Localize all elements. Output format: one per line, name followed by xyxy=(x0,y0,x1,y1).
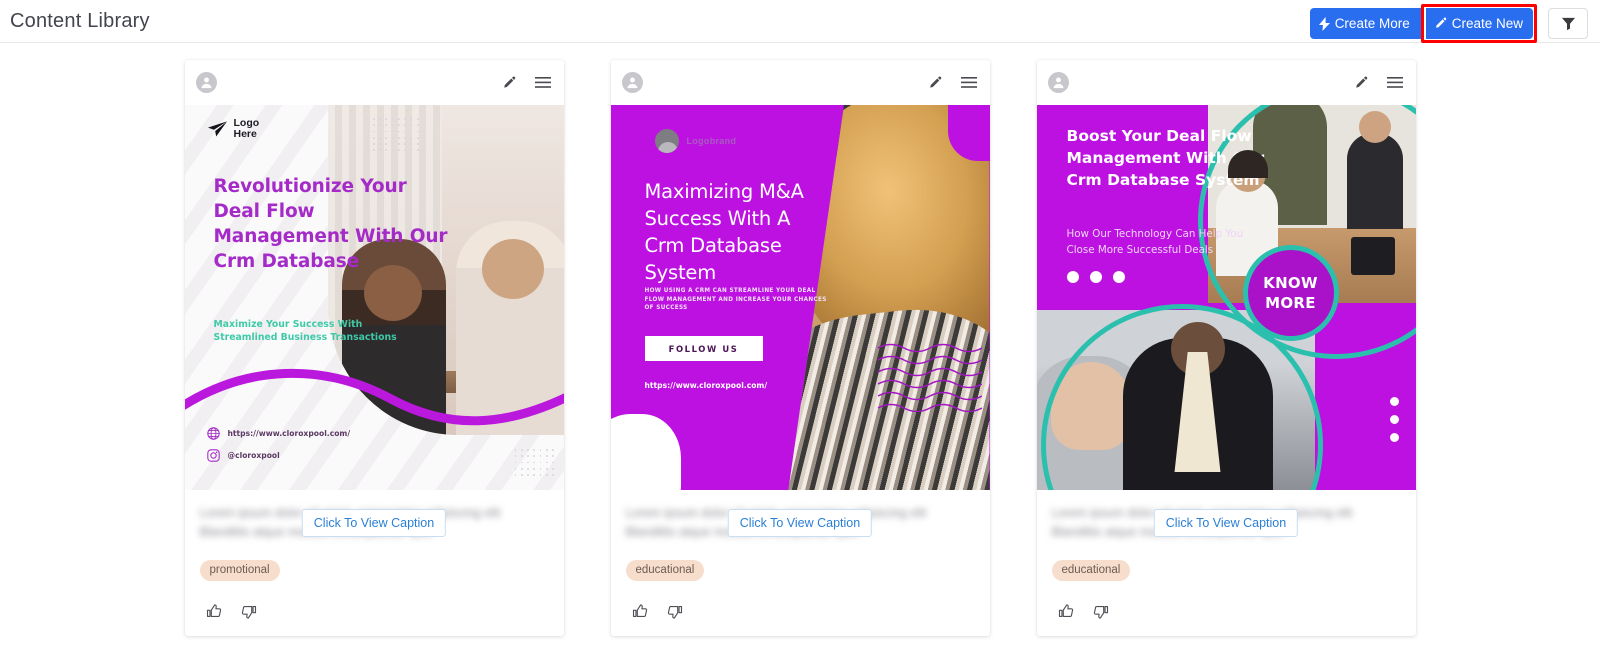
poster-logo-text: Logo Here xyxy=(233,117,260,140)
poster-website-link: https://www.cloroxpool.com/ xyxy=(206,427,351,440)
content-card-grid: Logo Here Revolutionize Your Deal Flow M… xyxy=(0,43,1600,636)
wavy-lines-decoration xyxy=(877,343,982,412)
user-avatar-icon xyxy=(621,72,643,93)
reaction-row xyxy=(1037,581,1416,636)
poster-logo-text: Logobrand xyxy=(686,136,737,146)
user-avatar-icon xyxy=(195,72,217,93)
brand-circle-icon xyxy=(654,129,679,153)
poster-instagram-text: @cloroxpool xyxy=(227,451,280,460)
dot-grid-decoration-top xyxy=(366,118,422,155)
lightning-bolt-icon xyxy=(1318,16,1330,31)
content-card[interactable]: Logobrand Maximizing M&A Success With A … xyxy=(610,60,990,636)
reaction-row xyxy=(611,581,990,636)
poster-logo: Logobrand xyxy=(654,129,737,153)
poster-image[interactable]: Logo Here Revolutionize Your Deal Flow M… xyxy=(184,105,564,490)
create-more-label: Create More xyxy=(1334,16,1410,31)
poster-image[interactable]: Boost Your Deal Flow Management With Our… xyxy=(1036,105,1416,490)
content-tag[interactable]: promotional xyxy=(199,560,280,581)
thumbs-up-icon[interactable] xyxy=(206,603,223,620)
content-tag[interactable]: educational xyxy=(1051,560,1131,581)
reaction-row xyxy=(185,581,564,636)
card-edit-icon[interactable] xyxy=(502,76,516,90)
poster-instagram-link: @cloroxpool xyxy=(206,449,351,462)
view-caption-button[interactable]: Click To View Caption xyxy=(727,509,873,537)
user-avatar-icon xyxy=(1047,72,1069,93)
poster-image[interactable]: Logobrand Maximizing M&A Success With A … xyxy=(610,105,990,490)
instagram-icon xyxy=(206,449,220,462)
caption-area: Lorem ipsum dolor sit amet, consectetur … xyxy=(1037,490,1416,554)
card-menu-icon[interactable] xyxy=(1386,76,1403,89)
dot-grid-decoration-bottom xyxy=(514,449,558,479)
dot-indicators-horizontal xyxy=(1066,271,1125,283)
paper-plane-icon xyxy=(207,120,228,138)
globe-icon xyxy=(206,427,220,440)
know-more-badge[interactable]: KNOW MORE xyxy=(1242,245,1339,341)
content-card[interactable]: Boost Your Deal Flow Management With Our… xyxy=(1036,60,1416,636)
top-bar: Content Library Create More Create New xyxy=(0,0,1600,43)
card-header xyxy=(611,60,990,105)
card-menu-icon[interactable] xyxy=(534,76,551,89)
poster-logo: Logo Here xyxy=(207,117,260,140)
view-caption-button[interactable]: Click To View Caption xyxy=(1153,509,1299,537)
poster-headline: Maximizing M&A Success With A Crm Databa… xyxy=(644,180,805,284)
tag-row: educational xyxy=(611,560,990,581)
funnel-filter-icon xyxy=(1561,16,1576,31)
content-card[interactable]: Logo Here Revolutionize Your Deal Flow M… xyxy=(184,60,564,636)
page-title: Content Library xyxy=(10,9,150,32)
poster-website-text: https://www.cloroxpool.com/ xyxy=(644,381,768,390)
view-caption-button[interactable]: Click To View Caption xyxy=(301,509,447,537)
create-button-group: Create More Create New xyxy=(1309,4,1537,43)
create-more-button[interactable]: Create More xyxy=(1309,8,1421,39)
card-edit-icon[interactable] xyxy=(928,76,942,90)
card-header xyxy=(185,60,564,105)
thumbs-down-icon[interactable] xyxy=(1092,603,1109,620)
create-new-button[interactable]: Create New xyxy=(1425,8,1533,39)
tag-row: educational xyxy=(1037,560,1416,581)
filter-button[interactable] xyxy=(1548,8,1588,39)
card-header xyxy=(1037,60,1416,105)
card-edit-icon[interactable] xyxy=(1354,76,1368,90)
caption-area: Lorem ipsum dolor sit amet, consectetur … xyxy=(611,490,990,554)
poster-website-text: https://www.cloroxpool.com/ xyxy=(227,429,351,438)
dot-indicators-vertical xyxy=(1389,397,1399,442)
header-actions: Create More Create New xyxy=(1309,4,1588,43)
caption-area: Lorem ipsum dolor sit amet, consectetur … xyxy=(185,490,564,554)
thumbs-up-icon[interactable] xyxy=(632,603,649,620)
poster-subline: How Our Technology Can Help You Close Mo… xyxy=(1066,228,1244,256)
thumbs-down-icon[interactable] xyxy=(666,603,683,620)
tag-row: promotional xyxy=(185,560,564,581)
white-blob-decoration xyxy=(610,414,681,490)
poster-cta-button[interactable]: FOLLOW US xyxy=(644,336,763,361)
pencil-icon xyxy=(1434,17,1447,30)
thumbs-down-icon[interactable] xyxy=(240,603,257,620)
poster-fine-print: HOW USING A CRM CAN STREAMLINE YOUR DEAL… xyxy=(644,288,827,312)
create-new-highlight: Create New xyxy=(1420,4,1537,43)
card-menu-icon[interactable] xyxy=(960,76,977,89)
create-new-label: Create New xyxy=(1451,16,1523,31)
content-tag[interactable]: educational xyxy=(625,560,705,581)
thumbs-up-icon[interactable] xyxy=(1058,603,1075,620)
poster-headline: Revolutionize Your Deal Flow Management … xyxy=(213,176,448,272)
poster-links: https://www.cloroxpool.com/ @cloroxpool xyxy=(206,427,351,462)
